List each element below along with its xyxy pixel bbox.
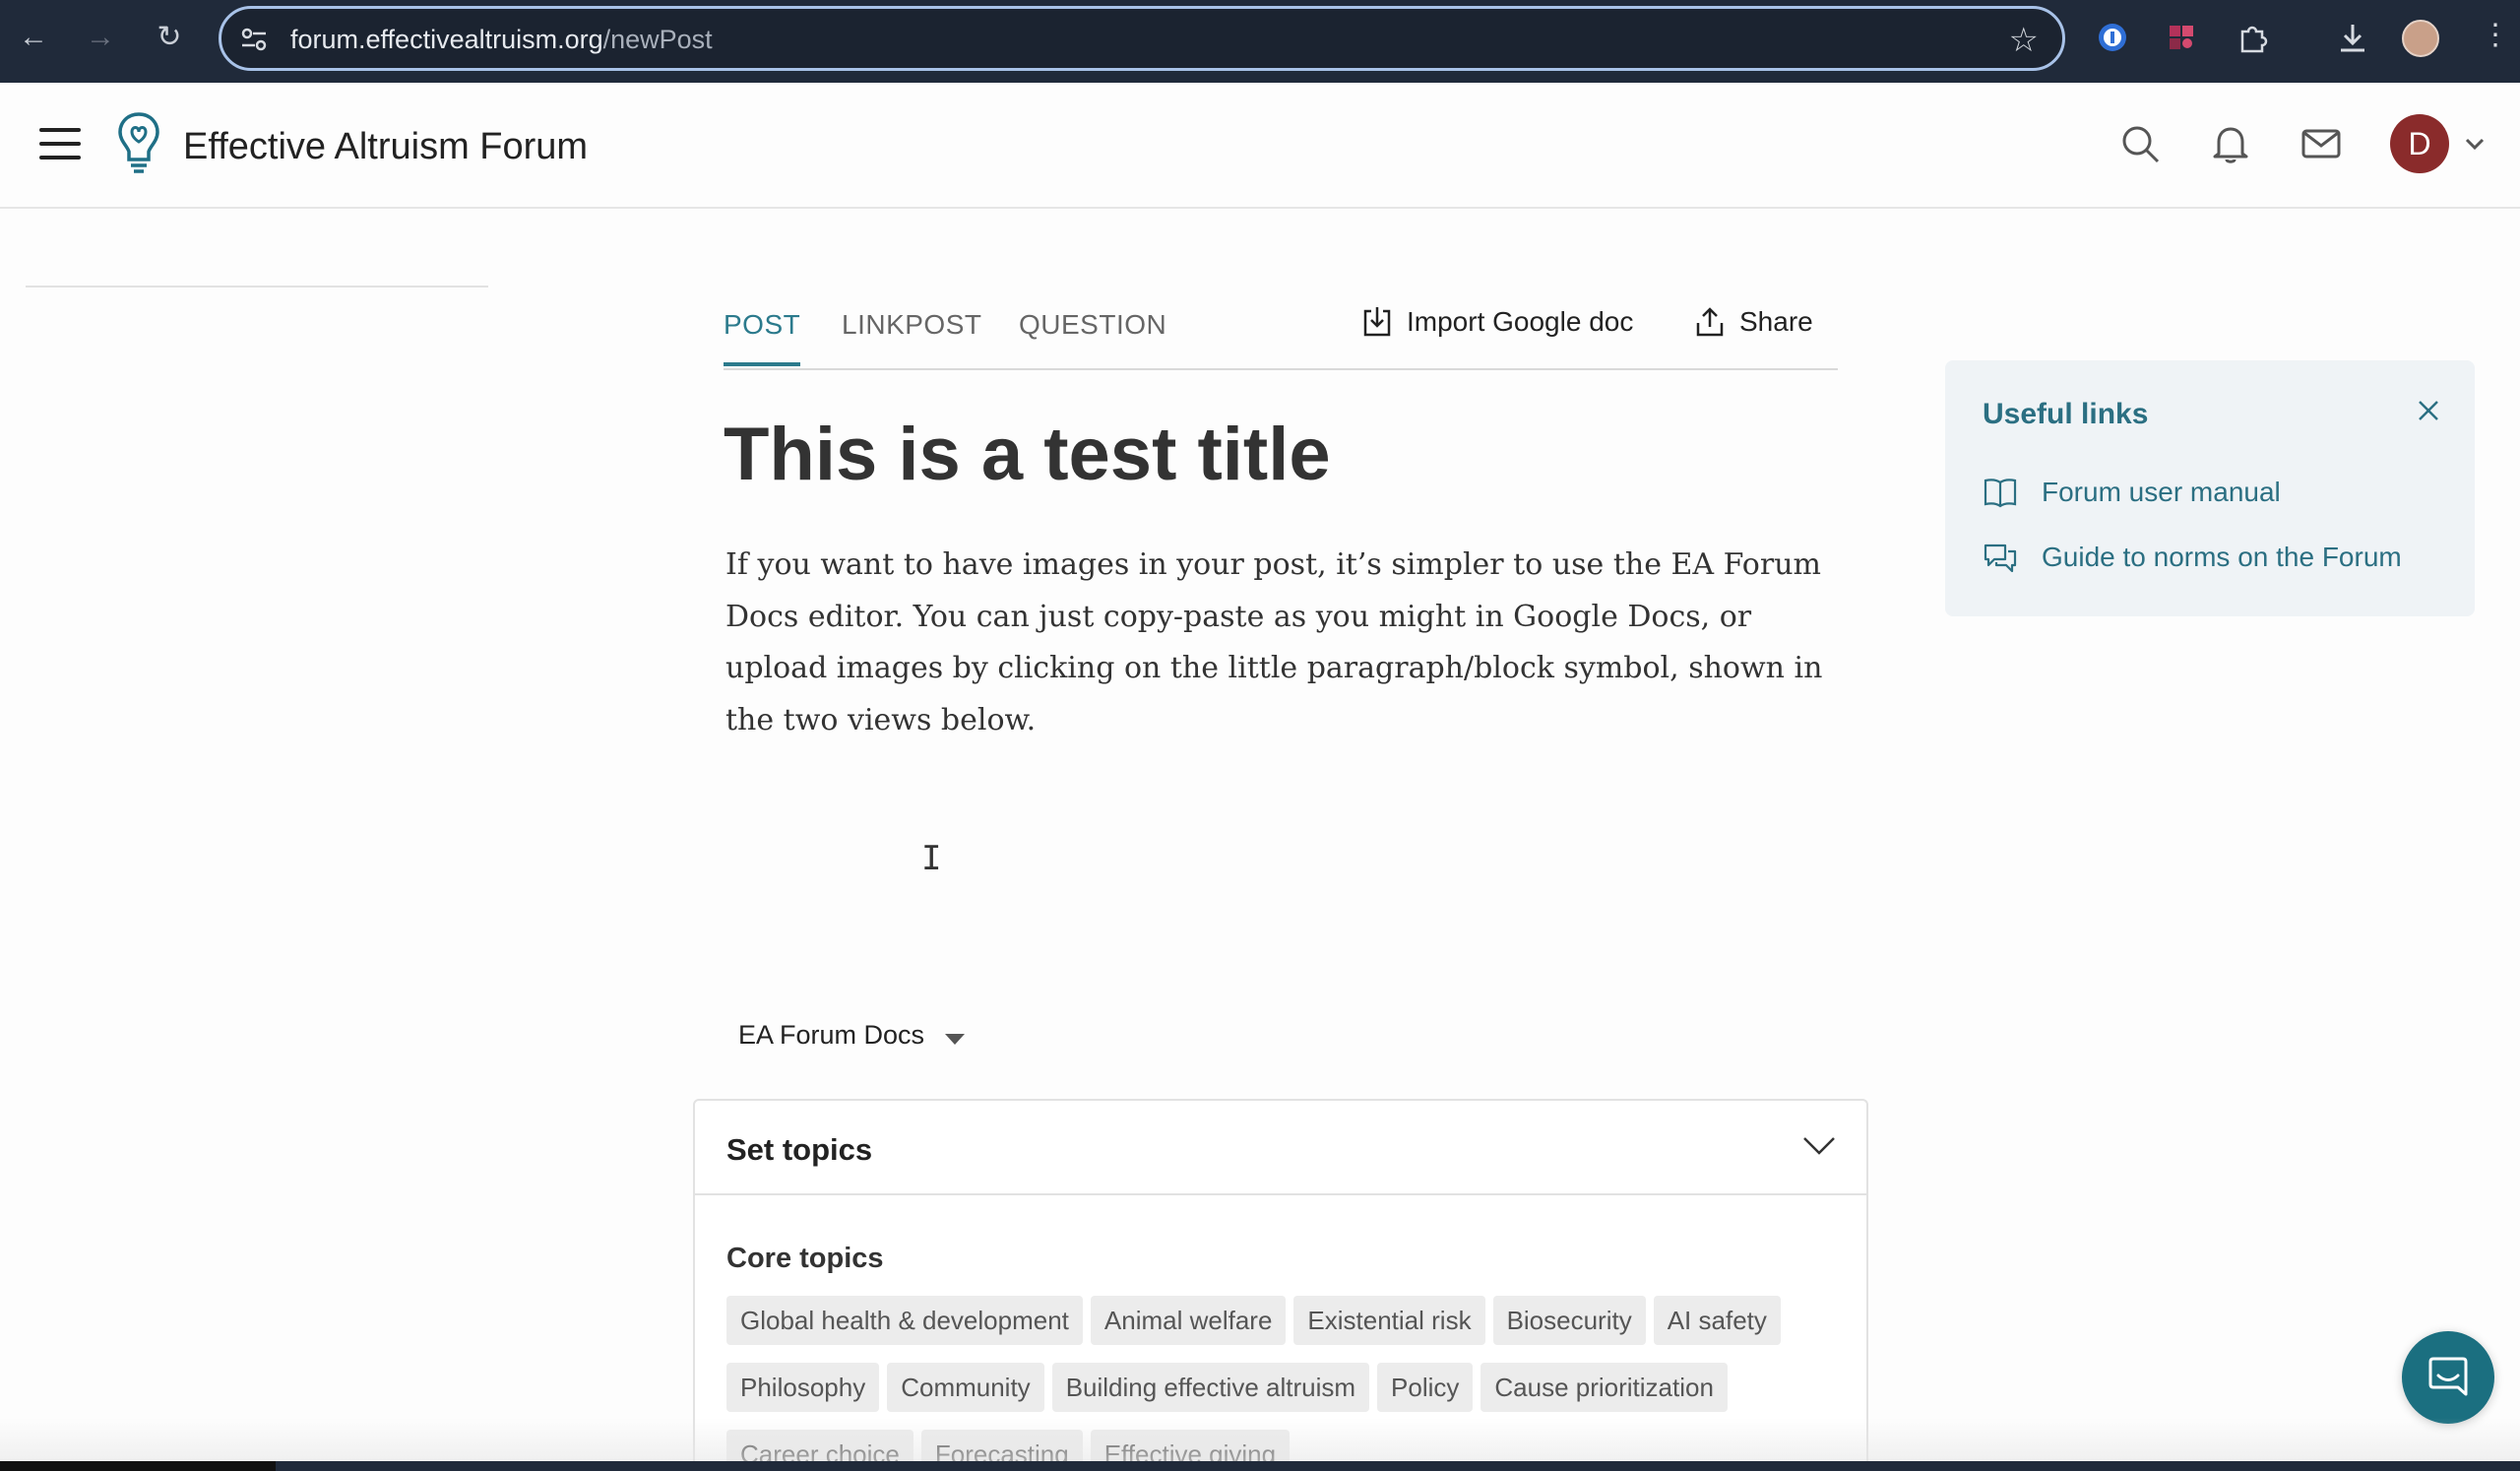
topic-chip[interactable]: Cause prioritization: [1480, 1363, 1728, 1412]
browser-profile-avatar[interactable]: [2402, 20, 2439, 57]
link-guide-to-norms[interactable]: Guide to norms on the Forum: [1983, 542, 2402, 573]
useful-links-title: Useful links: [1983, 398, 2149, 430]
select-caret-icon[interactable]: [945, 1034, 965, 1045]
editor-type-select[interactable]: EA Forum Docs: [738, 1020, 924, 1051]
sidebar-divider: [26, 286, 488, 288]
share-button[interactable]: Share: [1694, 305, 1813, 339]
topic-chip[interactable]: AI safety: [1653, 1296, 1781, 1345]
tab-post[interactable]: POST: [724, 309, 801, 366]
chevron-down-icon[interactable]: [1801, 1130, 1837, 1160]
import-google-doc-button[interactable]: Import Google doc: [1361, 305, 1633, 339]
import-google-doc-label: Import Google doc: [1407, 306, 1634, 337]
figma-extension-icon[interactable]: [2164, 20, 2199, 55]
book-icon: [1984, 479, 2017, 508]
topics-title: Set topics: [726, 1132, 873, 1167]
topic-chip[interactable]: Animal welfare: [1090, 1296, 1287, 1345]
tab-question[interactable]: QUESTION: [1019, 309, 1166, 362]
ea-lightbulb-logo-icon[interactable]: [116, 110, 161, 175]
topic-chip[interactable]: Building effective altruism: [1051, 1363, 1370, 1412]
topic-chip[interactable]: Existential risk: [1293, 1296, 1485, 1345]
browser-menu-icon[interactable]: ⋮: [2481, 18, 2510, 52]
core-topics-label: Core topics: [726, 1243, 884, 1274]
post-title-input[interactable]: This is a test title: [724, 412, 1331, 497]
browser-toolbar: ← → ↻ forum.effectivealtruism.org/newPos…: [0, 0, 2520, 83]
forward-arrow-icon[interactable]: →: [83, 18, 118, 57]
topics-panel: Set topics Core topics Global health & d…: [693, 1099, 1868, 1471]
reload-icon[interactable]: ↻: [152, 18, 187, 57]
chevron-down-icon[interactable]: [2461, 132, 2488, 156]
share-label: Share: [1739, 306, 1813, 337]
password-manager-icon[interactable]: [2095, 20, 2130, 55]
download-icon[interactable]: [2335, 20, 2370, 55]
back-arrow-icon[interactable]: ←: [16, 18, 51, 57]
link-forum-user-manual[interactable]: Forum user manual: [1983, 477, 2281, 508]
chat-bubbles-icon: [1984, 544, 2017, 573]
notification-bell-icon[interactable]: [2209, 122, 2252, 165]
post-body-editor[interactable]: If you want to have images in your post,…: [725, 540, 1828, 746]
topics-header[interactable]: Set topics: [695, 1101, 1866, 1195]
bookmark-star-icon[interactable]: ☆: [2009, 21, 2039, 60]
useful-links-panel: Useful links Forum user manual Guide to …: [1945, 360, 2475, 616]
window-bottom-edge: [0, 1461, 2520, 1471]
support-chat-button[interactable]: [2402, 1331, 2494, 1424]
link-label: Guide to norms on the Forum: [2042, 542, 2402, 572]
share-upload-icon: [1696, 307, 1724, 337]
post-type-tabs: POST LINKPOST QUESTION Import Google doc…: [724, 295, 1838, 370]
link-label: Forum user manual: [2042, 477, 2281, 507]
text-cursor-icon: I: [921, 839, 942, 878]
site-header: Effective Altruism Forum D: [0, 83, 2520, 209]
close-icon[interactable]: [2416, 398, 2441, 423]
extensions-puzzle-icon[interactable]: [2235, 20, 2270, 55]
search-icon[interactable]: [2118, 122, 2162, 165]
user-avatar[interactable]: D: [2390, 114, 2449, 173]
hamburger-menu-icon[interactable]: [39, 128, 81, 160]
import-doc-icon: [1363, 307, 1391, 337]
topic-chip[interactable]: Philosophy: [726, 1363, 880, 1412]
topic-chips: Global health & development Animal welfa…: [726, 1296, 1839, 1471]
site-settings-icon[interactable]: [239, 25, 269, 54]
site-title[interactable]: Effective Altruism Forum: [183, 126, 588, 168]
topic-chip[interactable]: Global health & development: [726, 1296, 1083, 1345]
url-text: forum.effectivealtruism.org/newPost: [290, 25, 713, 54]
messages-envelope-icon[interactable]: [2300, 122, 2343, 165]
topic-chip[interactable]: Community: [887, 1363, 1044, 1412]
address-bar[interactable]: forum.effectivealtruism.org/newPost ☆: [219, 6, 2065, 71]
topic-chip[interactable]: Biosecurity: [1492, 1296, 1646, 1345]
tab-linkpost[interactable]: LINKPOST: [842, 309, 981, 362]
topic-chip[interactable]: Policy: [1377, 1363, 1474, 1412]
chat-icon: [2428, 1357, 2468, 1396]
